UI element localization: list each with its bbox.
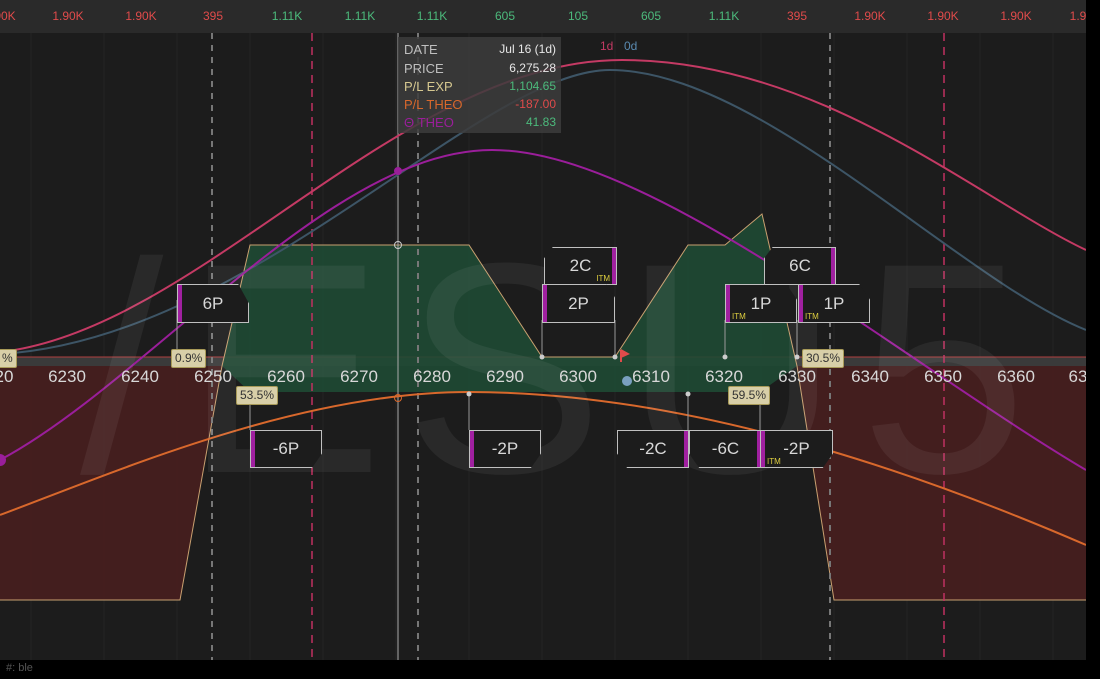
leg-label: 1P bbox=[750, 293, 772, 313]
price-tick: 6330 bbox=[778, 367, 816, 386]
leg-box[interactable]: -6C bbox=[689, 430, 762, 468]
probability-label: 0.9% bbox=[171, 349, 207, 368]
leg-label: 1P bbox=[823, 293, 845, 313]
slice-label: 605 bbox=[494, 9, 516, 23]
slice-label: 1.11K bbox=[344, 9, 376, 23]
price-tick: 6310 bbox=[632, 367, 670, 386]
price-tick: 6320 bbox=[705, 367, 743, 386]
legend-1d[interactable]: 1d bbox=[600, 39, 613, 53]
slice-label: 1.90K bbox=[125, 9, 157, 23]
price-tick: 6270 bbox=[340, 367, 378, 386]
leg-box[interactable]: 2C ITM bbox=[544, 247, 617, 285]
slice-label: 1.11K bbox=[416, 9, 448, 23]
price-tick: 6360 bbox=[997, 367, 1035, 386]
price-tick: 6280 bbox=[413, 367, 451, 386]
price-tick: 6230 bbox=[48, 367, 86, 386]
price-tick: 6260 bbox=[267, 367, 305, 386]
itm-badge: ITM bbox=[767, 457, 781, 466]
slice-label: 1.11K bbox=[708, 9, 740, 23]
itm-badge: ITM bbox=[596, 274, 610, 283]
slice-label: 1.90K bbox=[1000, 9, 1032, 23]
tooltip-price-value: 6,275.28 bbox=[509, 61, 556, 75]
leg-label: -6C bbox=[711, 439, 740, 458]
legend-0d[interactable]: 0d bbox=[624, 39, 637, 53]
tooltip-pl-exp-value: 1,104.65 bbox=[509, 79, 556, 93]
slice-label: 1.90K bbox=[52, 9, 84, 23]
slice-label: 1.90K bbox=[854, 9, 886, 23]
price-slice-strip: 1.90K 1.90K 1.90K 395 1.11K 1.11K 1.11K … bbox=[0, 0, 1086, 33]
tooltip-date-label: DATE bbox=[404, 42, 438, 57]
leg-label: -2C bbox=[639, 439, 667, 458]
leg-label: -6P bbox=[272, 439, 300, 458]
tooltip-price-label: PRICE bbox=[404, 61, 444, 76]
leg-box[interactable]: -6P bbox=[250, 430, 322, 468]
slice-label: 605 bbox=[640, 9, 662, 23]
footer-text: #: ble bbox=[6, 662, 33, 674]
price-tick: 6350 bbox=[924, 367, 962, 386]
leg-box[interactable]: -2C bbox=[617, 430, 689, 468]
leg-label: -2P bbox=[783, 439, 810, 458]
itm-badge: ITM bbox=[805, 312, 819, 321]
leg-box[interactable]: -2P bbox=[469, 430, 541, 468]
leg-label: 6P bbox=[202, 293, 224, 313]
leg-label: 2P bbox=[568, 293, 589, 313]
slice-label: 395 bbox=[786, 9, 808, 23]
price-tick: 6290 bbox=[486, 367, 524, 386]
slice-label: 1.90K bbox=[927, 9, 959, 23]
slice-label: 1.9 bbox=[1069, 9, 1086, 23]
price-tick: 6340 bbox=[851, 367, 889, 386]
tooltip-pl-theo-label: P/L THEO bbox=[404, 97, 463, 112]
leg-box[interactable]: 6P bbox=[177, 284, 249, 323]
slice-label: 395 bbox=[202, 9, 224, 23]
leg-label: -2P bbox=[491, 439, 519, 458]
slice-label: 1.11K bbox=[271, 9, 303, 23]
probability-label: 59.5% bbox=[728, 386, 771, 405]
tooltip-theta-value: 41.83 bbox=[525, 115, 556, 129]
price-tick: 63 bbox=[1068, 367, 1086, 386]
leg-box[interactable]: 1P ITM bbox=[725, 284, 797, 323]
probability-label: 30.5% bbox=[802, 349, 845, 368]
tooltip-pl-theo-value: -187.00 bbox=[515, 97, 556, 111]
leg-label: 6C bbox=[789, 256, 811, 275]
price-tick: 6240 bbox=[121, 367, 159, 386]
price-tick: 6250 bbox=[194, 367, 232, 386]
leg-box[interactable]: 1P ITM bbox=[798, 284, 870, 323]
crosshair-tooltip: DATE Jul 16 (1d) PRICE 6,275.28 P/L EXP … bbox=[398, 37, 561, 133]
leg-label: 2C bbox=[569, 256, 592, 275]
leg-box[interactable]: 6C bbox=[764, 247, 836, 285]
tooltip-date-value: Jul 16 (1d) bbox=[499, 42, 556, 56]
crosshair-point-theta bbox=[394, 167, 402, 175]
slice-label: 105 bbox=[567, 9, 589, 23]
slice-label: 1.90K bbox=[0, 9, 16, 23]
leg-box[interactable]: 2P bbox=[542, 284, 615, 323]
tooltip-theta-label: Θ THEO bbox=[404, 115, 454, 130]
tooltip-pl-exp-label: P/L EXP bbox=[404, 79, 453, 94]
footer-bar: #: ble bbox=[0, 660, 1100, 679]
price-tick: 6300 bbox=[559, 367, 597, 386]
leg-box[interactable]: -2P ITM bbox=[760, 430, 833, 468]
probability-label: % bbox=[0, 349, 17, 368]
price-tick: 20 bbox=[0, 367, 14, 386]
probability-label: 53.5% bbox=[236, 386, 279, 405]
itm-badge: ITM bbox=[732, 312, 746, 321]
risk-profile-chart[interactable]: /ESU5 1.90K 1.90K 1.90K 395 1.11K 1.11K … bbox=[0, 0, 1086, 660]
